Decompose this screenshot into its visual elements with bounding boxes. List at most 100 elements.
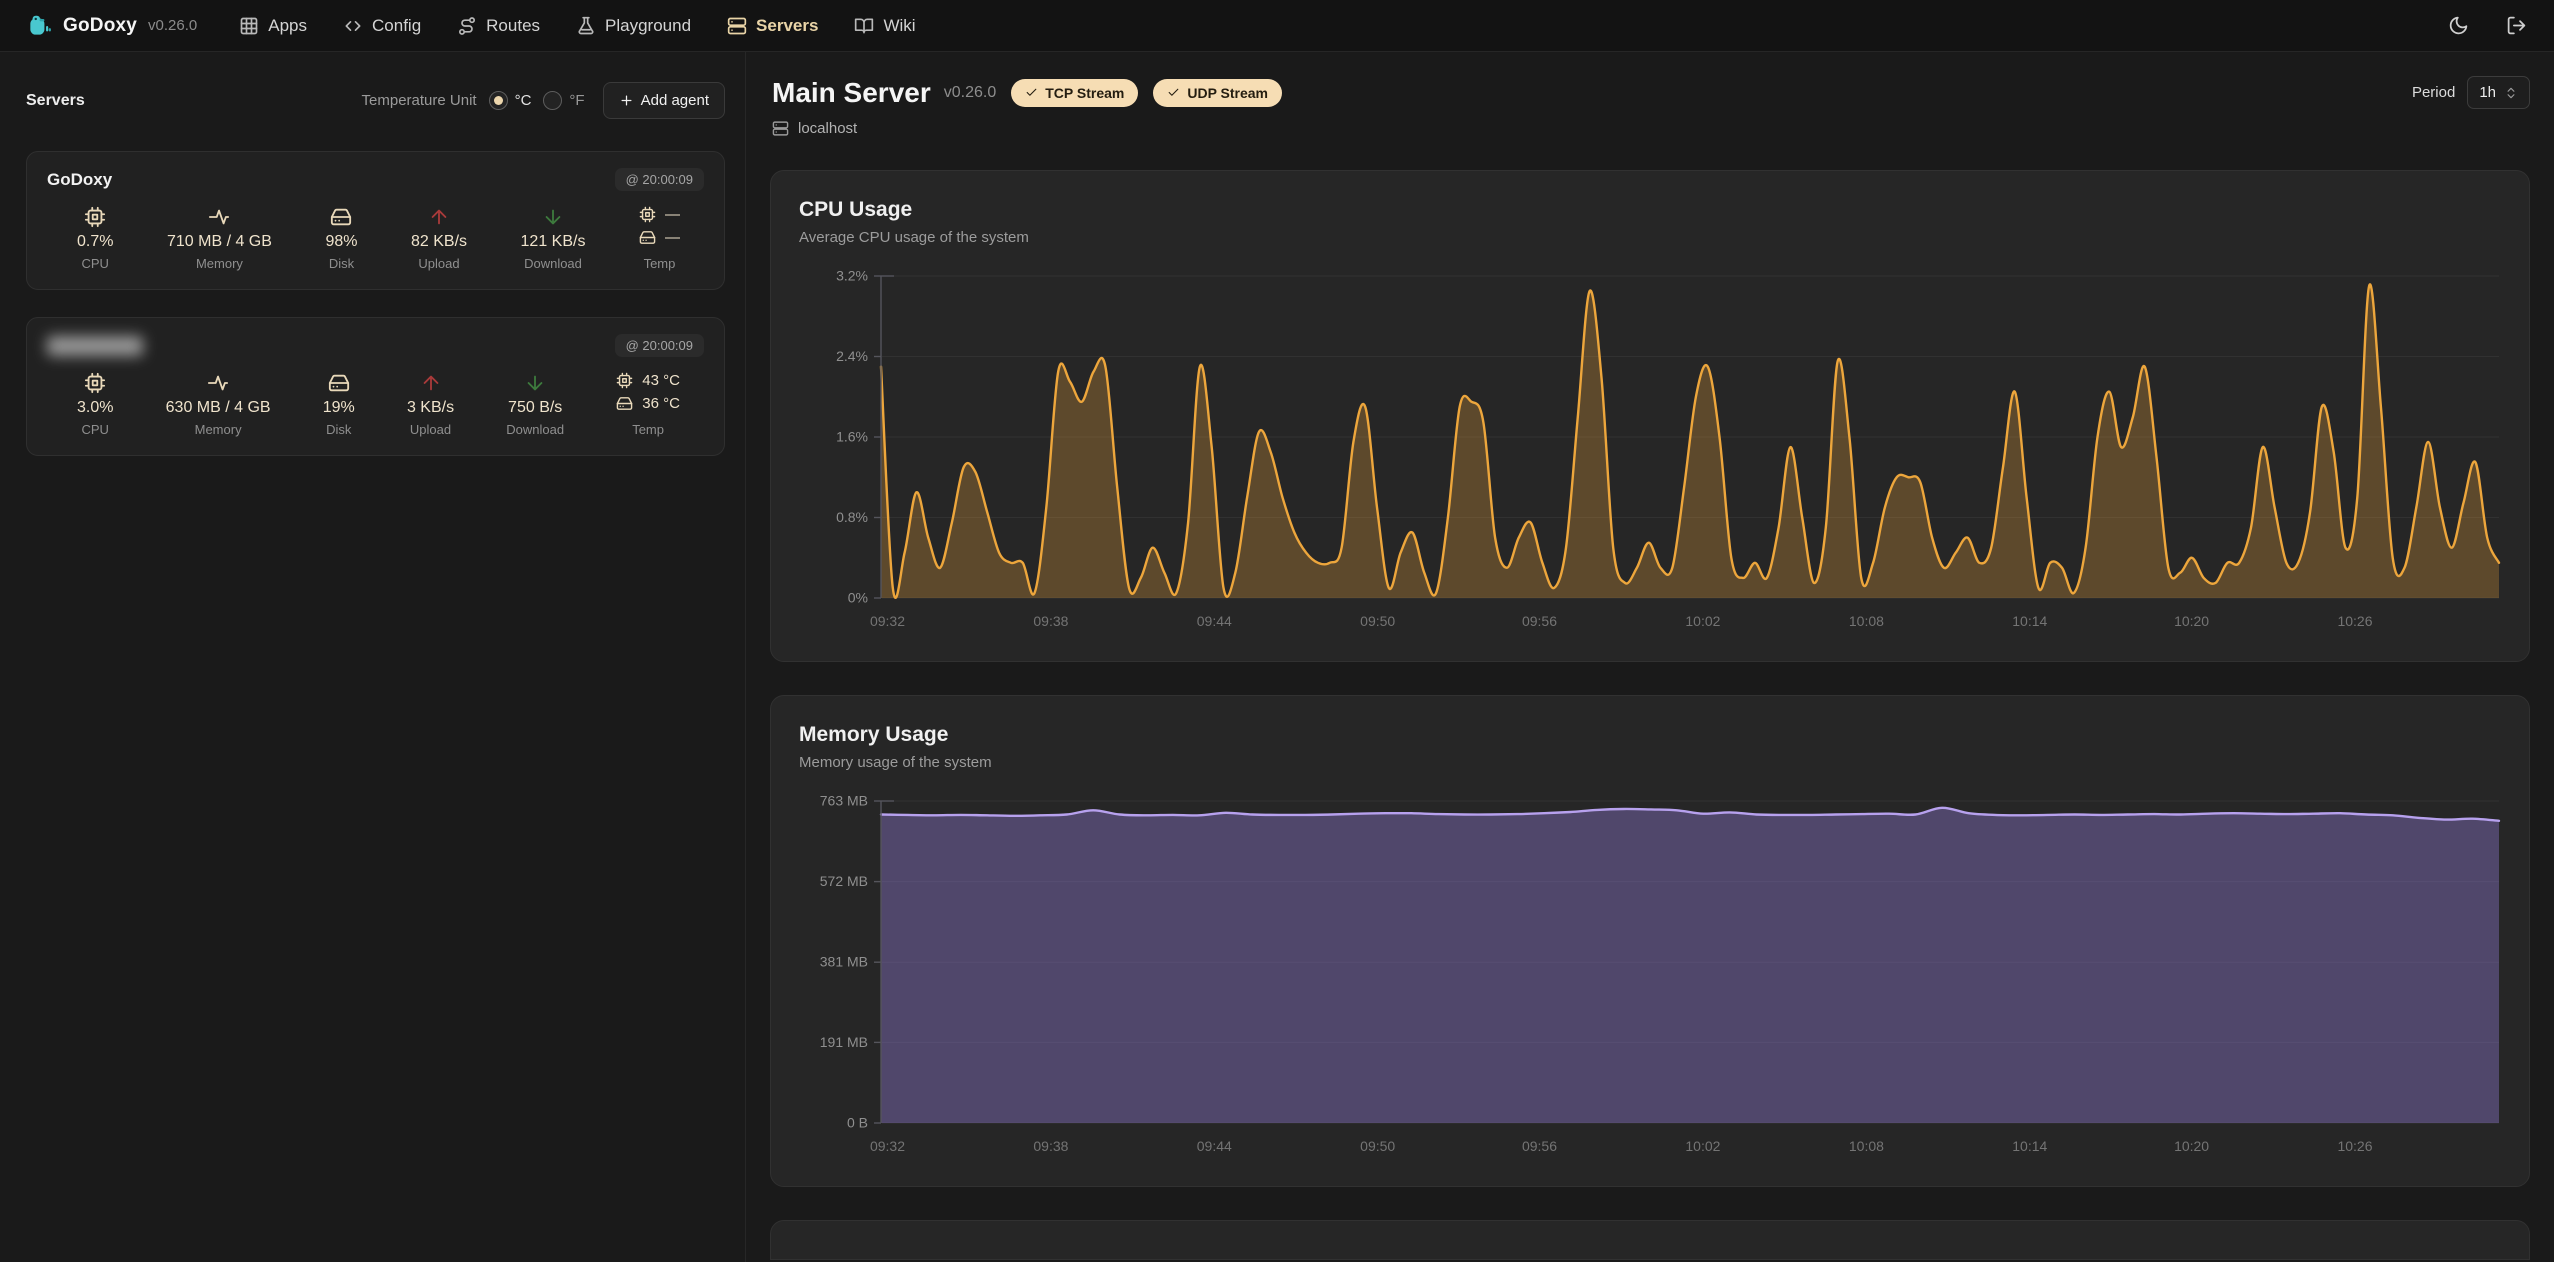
udp-stream-badge: UDP Stream: [1153, 79, 1282, 107]
stat-upload: 82 KB/sUpload: [411, 206, 467, 271]
cpu-icon: [84, 372, 106, 394]
brand-version: v0.26.0: [148, 17, 197, 34]
stat-disk: 98%Disk: [325, 206, 357, 271]
harddrive-icon: [328, 372, 350, 394]
svg-text:09:56: 09:56: [1522, 1138, 1557, 1154]
svg-text:0.8%: 0.8%: [836, 509, 868, 525]
last-updated-badge: @ 20:00:09: [615, 168, 704, 191]
svg-text:09:32: 09:32: [870, 613, 905, 629]
cpu-usage-chart: 3.2%2.4%1.6%0.8%0%09:3209:3809:4409:5009…: [799, 268, 2501, 639]
page-title: Main Server: [772, 77, 931, 109]
book-icon: [854, 16, 874, 36]
harddrive-icon: [616, 395, 633, 412]
server-card[interactable]: @ 20:00:093.0%CPU630 MB / 4 GBMemory19%D…: [26, 317, 725, 456]
server-name: GoDoxy: [47, 170, 112, 190]
dark-mode-toggle[interactable]: [2446, 14, 2470, 38]
svg-text:09:44: 09:44: [1197, 613, 1232, 629]
plus-icon: [619, 93, 634, 108]
server-card[interactable]: GoDoxy @ 20:00:09 0.7%CPU 710 MB / 4 GBMemo…: [26, 151, 725, 290]
cpu-usage-card: CPU Usage Average CPU usage of the syste…: [770, 170, 2530, 662]
server-name-redacted: [47, 336, 143, 356]
main-nav: Apps Config Routes Playground Servers Wiki: [239, 16, 915, 36]
svg-text:10:20: 10:20: [2174, 613, 2209, 629]
svg-text:09:50: 09:50: [1360, 1138, 1395, 1154]
nav-item-routes[interactable]: Routes: [457, 16, 540, 36]
flask-icon: [576, 16, 596, 36]
fahrenheit-radio[interactable]: °F: [543, 91, 584, 110]
svg-text:2.4%: 2.4%: [836, 348, 868, 364]
nav-item-apps[interactable]: Apps: [239, 16, 307, 36]
moon-icon: [2448, 15, 2469, 36]
celsius-radio[interactable]: °C: [489, 91, 532, 110]
main-content: Main Server v0.26.0 TCP Stream UDP Strea…: [746, 52, 2554, 1262]
check-icon: [1167, 86, 1180, 99]
memory-usage-card: Memory Usage Memory usage of the system …: [770, 695, 2530, 1187]
celsius-label: °C: [515, 92, 532, 109]
stat-temp: ——Temp: [639, 206, 680, 271]
server-stack-icon: [772, 120, 789, 137]
svg-text:10:26: 10:26: [2337, 1138, 2372, 1154]
grid-icon: [239, 16, 259, 36]
fahrenheit-label: °F: [569, 92, 584, 109]
route-icon: [457, 16, 477, 36]
svg-text:3.2%: 3.2%: [836, 268, 868, 284]
svg-text:191 MB: 191 MB: [820, 1034, 868, 1050]
cpu-chart-title: CPU Usage: [799, 198, 2501, 222]
temperature-unit-label: Temperature Unit: [362, 92, 477, 109]
svg-text:763 MB: 763 MB: [820, 793, 868, 809]
radio-circle-icon: [543, 91, 562, 110]
add-agent-button[interactable]: Add agent: [603, 82, 725, 119]
cpu-icon: [639, 206, 656, 223]
svg-text:09:56: 09:56: [1522, 613, 1557, 629]
nav-item-playground[interactable]: Playground: [576, 16, 691, 36]
stat-upload: 3 KB/sUpload: [407, 372, 454, 437]
next-chart-card-peek: [770, 1220, 2530, 1260]
period-select[interactable]: 1h: [2467, 76, 2530, 109]
code-icon: [343, 16, 363, 36]
host-name: localhost: [798, 120, 857, 137]
stat-cpu: 3.0%CPU: [77, 372, 113, 437]
godoxy-logo-icon: [26, 13, 52, 39]
activity-icon: [208, 206, 230, 228]
nav-item-servers[interactable]: Servers: [727, 16, 818, 36]
svg-text:10:08: 10:08: [1849, 1138, 1884, 1154]
harddrive-icon: [330, 206, 352, 228]
svg-text:10:26: 10:26: [2337, 613, 2372, 629]
svg-text:09:50: 09:50: [1360, 613, 1395, 629]
memory-chart-subtitle: Memory usage of the system: [799, 754, 2501, 771]
svg-text:10:14: 10:14: [2012, 613, 2047, 629]
stat-download: 750 B/sDownload: [506, 372, 564, 437]
harddrive-icon: [639, 229, 656, 246]
svg-text:0 B: 0 B: [847, 1115, 868, 1131]
stat-download: 121 KB/sDownload: [521, 206, 586, 271]
nav-item-wiki[interactable]: Wiki: [854, 16, 915, 36]
chevrons-up-down-icon: [2504, 86, 2518, 100]
sidebar-title: Servers: [26, 92, 85, 110]
stat-cpu: 0.7%CPU: [77, 206, 113, 271]
activity-icon: [207, 372, 229, 394]
svg-text:09:32: 09:32: [870, 1138, 905, 1154]
svg-text:381 MB: 381 MB: [820, 954, 868, 970]
server-icon: [727, 16, 747, 36]
top-navbar: GoDoxy v0.26.0 Apps Config Routes Playgroun…: [0, 0, 2554, 52]
svg-text:572 MB: 572 MB: [820, 873, 868, 889]
servers-sidebar: Servers Temperature Unit °C °F Add agent…: [0, 52, 746, 1262]
svg-text:10:08: 10:08: [1849, 613, 1884, 629]
stat-memory: 630 MB / 4 GBMemory: [166, 372, 271, 437]
svg-text:09:38: 09:38: [1033, 613, 1068, 629]
tcp-stream-badge: TCP Stream: [1011, 79, 1138, 107]
memory-chart-title: Memory Usage: [799, 723, 2501, 747]
logout-icon: [2506, 15, 2527, 36]
svg-text:09:38: 09:38: [1033, 1138, 1068, 1154]
svg-text:10:02: 10:02: [1685, 1138, 1720, 1154]
check-icon: [1025, 86, 1038, 99]
svg-text:1.6%: 1.6%: [836, 429, 868, 445]
brand-name: GoDoxy: [63, 15, 137, 37]
nav-item-config[interactable]: Config: [343, 16, 421, 36]
server-version: v0.26.0: [944, 84, 996, 102]
arrow-up-icon: [420, 372, 442, 394]
svg-text:10:20: 10:20: [2174, 1138, 2209, 1154]
svg-text:10:02: 10:02: [1685, 613, 1720, 629]
logout-button[interactable]: [2504, 14, 2528, 38]
stat-memory: 710 MB / 4 GBMemory: [167, 206, 272, 271]
